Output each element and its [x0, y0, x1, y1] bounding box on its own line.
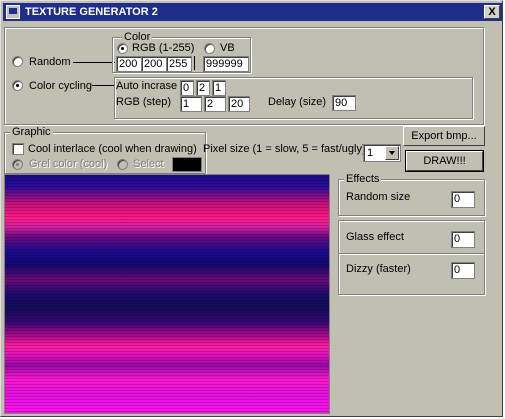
step-b-input[interactable]: 20: [228, 96, 250, 112]
graphic-group-label: Graphic: [10, 126, 53, 138]
vb-input[interactable]: 999999: [203, 56, 249, 72]
vb-label[interactable]: VB: [220, 42, 235, 54]
draw-button[interactable]: DRAW!!!: [405, 150, 484, 172]
auto-r-input[interactable]: 0: [180, 80, 194, 96]
delay-input[interactable]: 90: [332, 95, 356, 111]
step-r-input[interactable]: 1: [180, 96, 202, 112]
glass-effect-input[interactable]: 0: [451, 231, 475, 248]
pixel-size-select[interactable]: 1: [363, 144, 401, 162]
export-bmp-button[interactable]: Export bmp...: [403, 126, 485, 146]
grey-color-radio[interactable]: [12, 159, 23, 170]
window-title: TEXTURE GENERATOR 2: [25, 6, 158, 18]
pixel-size-label: Pixel size (1 = slow, 5 = fast/ugly): [203, 143, 366, 155]
chevron-down-icon[interactable]: [385, 146, 399, 160]
rgb-radio[interactable]: [117, 43, 128, 54]
random-size-input[interactable]: 0: [451, 191, 475, 208]
select-color-label[interactable]: Select: [133, 158, 164, 170]
app-icon: [6, 5, 20, 19]
interlace-label[interactable]: Cool interlace (cool when drawing): [28, 143, 197, 155]
rgb-label[interactable]: RGB (1-255): [132, 42, 194, 54]
close-button[interactable]: X: [484, 5, 500, 19]
rgb-g-input[interactable]: 200: [141, 56, 167, 72]
dizzy-label: Dizzy (faster): [346, 263, 411, 275]
texture-canvas[interactable]: [4, 174, 330, 414]
effects-group-label: Effects: [344, 173, 382, 185]
vb-radio[interactable]: [204, 43, 215, 54]
pixel-size-value: 1: [367, 147, 374, 159]
color-cycling-radio[interactable]: [12, 80, 23, 91]
random-label[interactable]: Random: [29, 56, 71, 68]
rgb-r-input[interactable]: 200: [116, 56, 142, 72]
auto-increase-label: Auto incrase: [116, 80, 178, 92]
rgb-step-label: RGB (step): [116, 96, 172, 108]
interlace-checkbox[interactable]: [12, 143, 24, 155]
rgb-b-input[interactable]: 255: [166, 56, 192, 72]
auto-g-input[interactable]: 2: [196, 80, 210, 96]
cycling-connector: [92, 85, 114, 86]
random-connector: [73, 62, 115, 63]
grey-color-label[interactable]: Grel color (cool): [29, 158, 107, 170]
title-bar: TEXTURE GENERATOR 2 X: [3, 3, 502, 21]
random-size-label: Random size: [346, 191, 411, 203]
glass-effect-label: Glass effect: [346, 231, 404, 243]
step-g-input[interactable]: 2: [204, 96, 226, 112]
color-cycling-label[interactable]: Color cycling: [29, 80, 92, 92]
auto-b-input[interactable]: 1: [212, 80, 226, 96]
random-radio[interactable]: [12, 56, 23, 67]
select-color-radio[interactable]: [117, 159, 128, 170]
dizzy-input[interactable]: 0: [451, 262, 475, 279]
delay-label: Delay (size): [268, 96, 327, 108]
color-swatch[interactable]: [172, 157, 202, 172]
